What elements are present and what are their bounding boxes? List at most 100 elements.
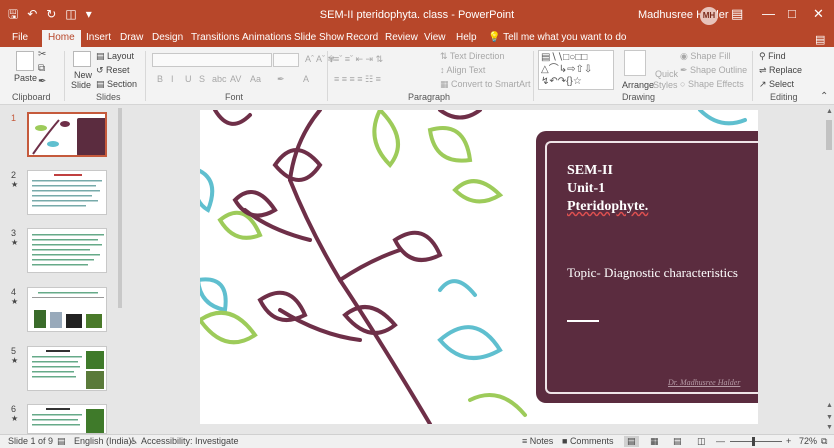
align-icons[interactable]: ≡ ≡ ≡ ≡ ☷ ≡ — [334, 74, 381, 85]
tab-animations[interactable]: Animations — [242, 32, 291, 43]
new-slide-label-2[interactable]: Slide — [71, 80, 91, 90]
quick-styles-label-2[interactable]: Styles — [653, 80, 678, 90]
shape-effects-button[interactable]: ○ Shape Effects — [680, 79, 744, 89]
arrange-icon[interactable] — [624, 50, 646, 76]
thumbnails-scrollbar[interactable] — [118, 108, 122, 308]
change-case-button[interactable]: Aa — [250, 74, 261, 84]
scroll-down-icon[interactable]: ▼ — [826, 424, 833, 431]
maximize-icon[interactable]: □ — [788, 6, 796, 21]
shadow-button[interactable]: S — [199, 74, 205, 84]
slide-vertical-scrollbar[interactable]: ▲ ▲ ▼ ▼ — [824, 106, 834, 434]
format-painter-icon[interactable]: ✒ — [38, 76, 46, 87]
slide-thumbnail-1[interactable] — [27, 112, 107, 157]
select-button[interactable]: ↗ Select — [759, 79, 794, 90]
align-text-button[interactable]: ↕ Align Text — [440, 65, 485, 75]
thumbnail-number: 5 — [11, 346, 17, 356]
tab-home[interactable]: Home — [42, 30, 81, 47]
section-button[interactable]: ▤ Section — [96, 79, 137, 90]
tab-transitions[interactable]: Transitions — [191, 32, 240, 43]
quick-styles-label-1[interactable]: Quick — [655, 69, 678, 79]
comments-button[interactable]: ■ Comments — [562, 436, 613, 446]
slide-thumbnail-3[interactable] — [27, 228, 107, 273]
font-size-change-icon[interactable]: Aˆ Aˇ ✾ — [305, 54, 335, 65]
zoom-out-icon[interactable]: — — [716, 436, 725, 446]
tab-view[interactable]: View — [424, 32, 446, 43]
accessibility-status[interactable]: Accessibility: Investigate — [141, 436, 239, 446]
text-direction-button[interactable]: ⇅ Text Direction — [440, 51, 504, 62]
normal-view-icon[interactable]: ▤ — [624, 436, 639, 447]
author-signature[interactable]: Dr. Madhusree Halder — [668, 378, 740, 387]
cut-icon[interactable]: ✂ — [38, 49, 46, 60]
underline-button[interactable]: U — [185, 74, 192, 84]
tab-record[interactable]: Record — [346, 32, 378, 43]
italic-button[interactable]: I — [171, 74, 174, 84]
bold-button[interactable]: B — [157, 74, 163, 84]
slide-canvas[interactable]: SEM-II Unit-1 Pteridophyte. Topic- Diagn… — [200, 110, 758, 424]
tab-review[interactable]: Review — [385, 32, 418, 43]
zoom-in-icon[interactable]: + — [786, 436, 791, 446]
slide-title[interactable]: SEM-II Unit-1 Pteridophyte. — [567, 162, 757, 216]
tab-file[interactable]: File — [12, 32, 28, 43]
arrange-button[interactable]: Arrange — [622, 80, 654, 90]
new-slide-icon[interactable] — [73, 51, 91, 67]
tab-insert[interactable]: Insert — [86, 32, 111, 43]
find-button[interactable]: ⚲ Find — [759, 51, 786, 62]
zoom-slider[interactable] — [730, 441, 782, 442]
close-icon[interactable]: ✕ — [813, 6, 824, 22]
tab-design[interactable]: Design — [152, 32, 183, 43]
reading-view-icon[interactable]: ▤ — [673, 436, 682, 447]
replace-button[interactable]: ⇌ Replace — [759, 65, 802, 76]
collapse-ribbon-icon[interactable]: ⌃ — [820, 91, 828, 102]
font-color-button[interactable]: A — [303, 74, 309, 84]
scroll-up-icon[interactable]: ▲ — [826, 108, 833, 115]
next-slide-icon[interactable]: ▼ — [826, 414, 833, 421]
animation-star-icon: ★ — [11, 238, 19, 247]
paste-button[interactable]: Paste — [14, 73, 37, 83]
slide-sorter-icon[interactable]: ▦ — [650, 436, 659, 447]
slide-subtitle[interactable]: Topic- Diagnostic characteristics — [567, 264, 752, 282]
ribbon-divider — [533, 51, 534, 101]
tab-slide-show[interactable]: Slide Show — [294, 32, 344, 43]
slide-thumbnail-6[interactable] — [27, 404, 107, 434]
slide-thumbnail-4[interactable] — [27, 287, 107, 332]
paste-icon[interactable] — [16, 51, 34, 71]
convert-smartart-button[interactable]: ▦ Convert to SmartArt — [440, 79, 531, 90]
tell-me-label: Tell me what you want to do — [503, 32, 627, 43]
shape-fill-button[interactable]: ◉ Shape Fill — [680, 51, 730, 62]
slideshow-icon[interactable]: ◫ — [697, 436, 706, 447]
convert-smartart-label: Convert to SmartArt — [451, 79, 531, 89]
accessibility-icon[interactable]: ♿ — [130, 436, 138, 447]
strikethrough-button[interactable]: abc — [212, 74, 227, 84]
font-name-field[interactable] — [152, 53, 272, 67]
select-label: Select — [769, 79, 795, 89]
share-icon[interactable]: ▤ — [815, 33, 825, 46]
character-spacing-button[interactable]: AV — [230, 74, 241, 84]
tab-draw[interactable]: Draw — [120, 32, 143, 43]
layout-button[interactable]: ▤ Layout — [96, 51, 134, 62]
slide-thumbnail-2[interactable] — [27, 170, 107, 215]
shapes-gallery[interactable]: ▤∖∖□○□□ △⌒↳⇨⇧⇩ ↯↶↷{}☆ — [538, 50, 614, 90]
bullets-icon[interactable]: ≡ˇ ≡ˇ ⇤ ⇥ ⇅ — [334, 54, 383, 65]
tell-me-search[interactable]: 💡 Tell me what you want to do — [488, 32, 626, 43]
reset-button[interactable]: ↺ Reset — [96, 65, 130, 76]
ribbon-display-icon[interactable]: ▤ — [731, 6, 743, 22]
tab-help[interactable]: Help — [456, 32, 477, 43]
scrollbar-thumb[interactable] — [826, 120, 832, 150]
animation-star-icon: ★ — [11, 414, 19, 423]
zoom-slider-thumb[interactable] — [752, 437, 755, 446]
spelling-icon[interactable]: ▤ — [57, 436, 66, 447]
fit-to-window-icon[interactable]: ⧉ — [821, 436, 827, 447]
copy-icon[interactable]: ⧉ — [38, 63, 45, 74]
slide-thumbnail-5[interactable] — [27, 346, 107, 391]
highlight-icon[interactable]: ✒ — [277, 74, 285, 85]
notes-button[interactable]: ≡ Notes — [522, 436, 553, 446]
shape-outline-button[interactable]: ✒ Shape Outline — [680, 65, 747, 76]
previous-slide-icon[interactable]: ▲ — [826, 402, 833, 409]
text-direction-label: Text Direction — [449, 51, 505, 61]
zoom-level[interactable]: 72% — [799, 436, 817, 446]
avatar[interactable]: MH — [700, 7, 718, 25]
font-size-field[interactable] — [273, 53, 299, 67]
minimize-icon[interactable]: — — [762, 6, 775, 21]
new-slide-label-1[interactable]: New — [74, 70, 92, 80]
language-indicator[interactable]: English (India) — [74, 436, 132, 446]
